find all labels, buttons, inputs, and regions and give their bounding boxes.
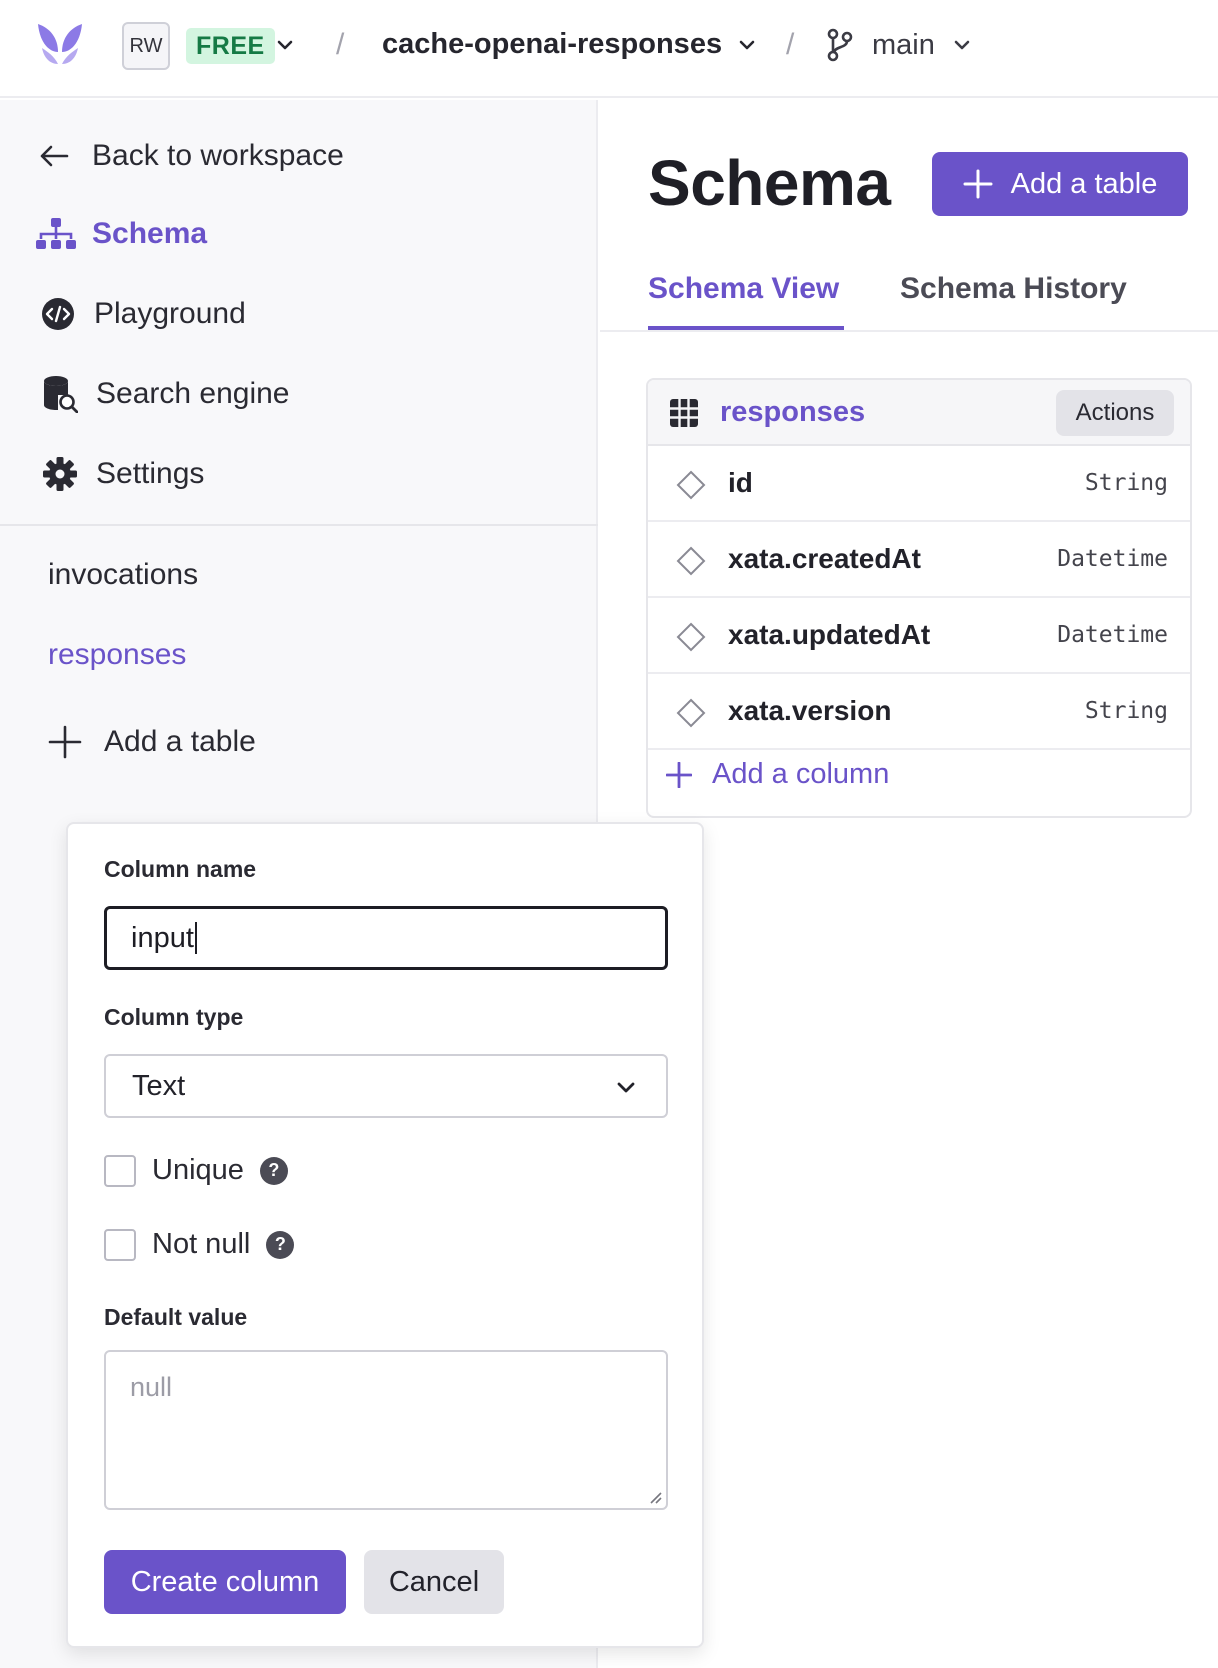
column-row[interactable]: id String (648, 446, 1190, 522)
create-column-button[interactable]: Create column (104, 1550, 346, 1614)
not-null-checkbox-row[interactable]: Not null ? (104, 1228, 295, 1261)
table-card: responses Actions id String xata.created… (646, 378, 1192, 818)
column-name: xata.createdAt (728, 543, 921, 574)
column-name-input[interactable]: input (104, 906, 668, 970)
add-column-label: Add a column (712, 758, 890, 790)
page-title: Schema (648, 147, 891, 219)
plus-icon (48, 722, 82, 762)
column-name: xata.version (728, 695, 892, 726)
help-icon[interactable]: ? (259, 1156, 288, 1185)
diamond-icon (676, 546, 706, 576)
column-type: Datetime (1057, 546, 1168, 572)
column-row[interactable]: xata.createdAt Datetime (648, 522, 1190, 598)
branch-name: main (872, 28, 935, 61)
database-search-icon (40, 374, 80, 414)
column-type-select[interactable]: Text (104, 1054, 668, 1118)
diamond-icon (676, 698, 706, 728)
workspace-chevron-down-icon[interactable] (274, 34, 296, 56)
column-name-value: input (131, 921, 194, 954)
default-value-label: Default value (104, 1304, 248, 1330)
help-icon[interactable]: ? (266, 1230, 295, 1259)
column-type: Datetime (1057, 622, 1168, 648)
gear-icon (40, 454, 80, 494)
table-grid-icon (670, 399, 698, 427)
sidebar-table-responses[interactable]: responses (48, 638, 186, 672)
table-name[interactable]: responses (720, 396, 865, 429)
sidebar-table-invocations[interactable]: invocations (48, 558, 198, 592)
database-chevron-down-icon (739, 40, 755, 49)
sidebar-item-settings[interactable]: Settings (40, 454, 204, 494)
back-to-workspace-label: Back to workspace (92, 139, 344, 172)
sidebar-divider (0, 524, 598, 526)
diamond-icon (676, 470, 706, 500)
add-table-button-label: Add a table (1010, 167, 1158, 200)
tab-schema-view[interactable]: Schema View (648, 272, 839, 306)
database-selector[interactable]: cache-openai-responses (382, 28, 758, 61)
cancel-button[interactable]: Cancel (364, 1550, 504, 1614)
column-row[interactable]: xata.version String (648, 674, 1190, 750)
unique-checkbox-row[interactable]: Unique ? (104, 1154, 288, 1187)
column-name: id (728, 467, 753, 498)
xata-logo-icon[interactable] (36, 22, 84, 66)
database-name: cache-openai-responses (382, 28, 723, 60)
add-column-button[interactable]: Add a column (666, 758, 889, 791)
sidebar-item-schema[interactable]: Schema (36, 214, 207, 254)
sitemap-icon (36, 214, 76, 254)
sidebar-item-label: Schema (92, 217, 208, 250)
tab-schema-history[interactable]: Schema History (900, 272, 1127, 306)
column-row[interactable]: xata.updatedAt Datetime (648, 598, 1190, 674)
top-bar: RW FREE / cache-openai-responses / main (0, 0, 1218, 98)
not-null-label: Not null (152, 1228, 251, 1260)
active-tab-indicator (648, 326, 844, 330)
code-icon (38, 294, 78, 334)
sidebar-item-playground[interactable]: Playground (38, 294, 246, 334)
actions-button[interactable]: Actions (1056, 390, 1174, 436)
plus-icon (963, 169, 993, 199)
column-name-label: Column name (104, 856, 257, 882)
breadcrumb-separator: / (336, 28, 345, 61)
table-card-header: responses Actions (648, 380, 1190, 446)
resize-handle-icon[interactable] (648, 1490, 662, 1504)
chevron-down-icon (617, 1082, 635, 1093)
branch-selector[interactable]: main (826, 28, 973, 62)
branch-chevron-down-icon (954, 40, 970, 50)
add-column-popover: Column name input Column type Text Uniqu… (66, 822, 704, 1648)
column-type-label: Column type (104, 1004, 244, 1030)
default-value-textarea[interactable]: null (104, 1350, 668, 1510)
column-name: xata.updatedAt (728, 619, 931, 650)
column-type: String (1084, 698, 1168, 724)
not-null-checkbox[interactable] (104, 1228, 136, 1261)
breadcrumb-separator: / (786, 28, 795, 61)
sidebar-item-label: Settings (96, 457, 205, 490)
git-branch-icon (827, 28, 853, 62)
plan-badge: FREE (186, 28, 275, 64)
unique-checkbox[interactable] (104, 1154, 136, 1187)
column-type: String (1084, 470, 1168, 496)
unique-label: Unique (152, 1154, 244, 1186)
sidebar-add-table-button[interactable]: Add a table (48, 722, 256, 762)
arrow-left-icon (38, 136, 70, 176)
workspace-badge[interactable]: RW (122, 22, 170, 70)
column-type-value: Text (132, 1069, 186, 1102)
sidebar-item-label: Search engine (96, 377, 290, 410)
back-to-workspace-link[interactable]: Back to workspace (38, 136, 344, 176)
text-caret (194, 922, 197, 954)
add-table-label: Add a table (104, 725, 256, 758)
tabs-border (600, 330, 1218, 332)
add-table-button[interactable]: Add a table (932, 152, 1188, 216)
sidebar-item-label: Playground (94, 297, 246, 330)
diamond-icon (676, 622, 706, 652)
sidebar-item-search-engine[interactable]: Search engine (40, 374, 289, 414)
default-value-placeholder: null (130, 1372, 173, 1402)
plus-icon (666, 761, 692, 788)
